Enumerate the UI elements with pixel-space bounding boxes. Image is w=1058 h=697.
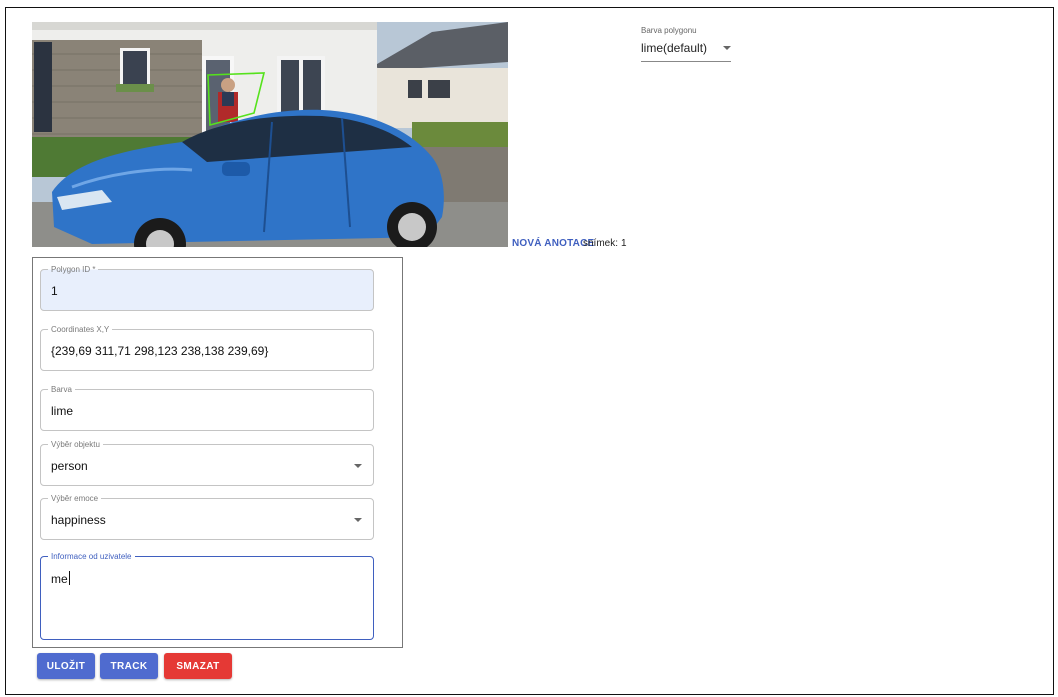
polygon-color-label: Barva polygonu [641,26,697,35]
color-field[interactable]: Barva lime [40,384,374,431]
polygon-color-value: lime(default) [641,41,708,55]
delete-button[interactable]: SMAZAT [164,653,232,679]
object-select[interactable]: Výběr objektu person [40,439,374,486]
emotion-select-label: Výběr emoce [48,493,102,504]
photo-scene [32,22,508,247]
coordinates-label: Coordinates X,Y [48,324,113,335]
annotation-image[interactable] [32,22,508,247]
emotion-select[interactable]: Výběr emoce happiness [40,493,374,540]
polygon-color-value-row[interactable]: lime(default) [641,41,731,62]
save-button[interactable]: ULOŽIT [37,653,95,679]
polygon-id-field[interactable]: Polygon ID * 1 [40,264,374,311]
annotation-form: Polygon ID * 1 Coordinates X,Y {239,69 3… [32,257,403,648]
polygon-id-label: Polygon ID * [48,264,99,275]
object-select-label: Výběr objektu [48,439,103,450]
text-cursor [68,571,70,585]
color-value: lime [51,404,74,418]
coordinates-value: {239,69 311,71 298,123 238,138 239,69} [51,344,269,358]
user-info-label: Informace od uzivatele [48,551,135,562]
user-info-textarea[interactable]: Informace od uzivatele me [40,551,374,640]
track-button[interactable]: TRACK [100,653,158,679]
user-info-value: me [51,572,68,586]
user-info-text: me [51,571,70,586]
chevron-down-icon [723,46,731,50]
coordinates-field[interactable]: Coordinates X,Y {239,69 311,71 298,123 2… [40,324,374,371]
polygon-id-value: 1 [51,284,58,298]
chevron-down-icon [354,464,362,468]
frame-label: snímek: [583,238,619,249]
chevron-down-icon [354,518,362,522]
frame-indicator: snímek: 1 [583,238,627,249]
emotion-select-value: happiness [51,513,106,527]
frame-number: 1 [621,238,627,249]
color-label: Barva [48,384,75,395]
polygon-color-select[interactable]: Barva polygonu lime(default) [641,26,731,62]
object-select-value: person [51,459,88,473]
